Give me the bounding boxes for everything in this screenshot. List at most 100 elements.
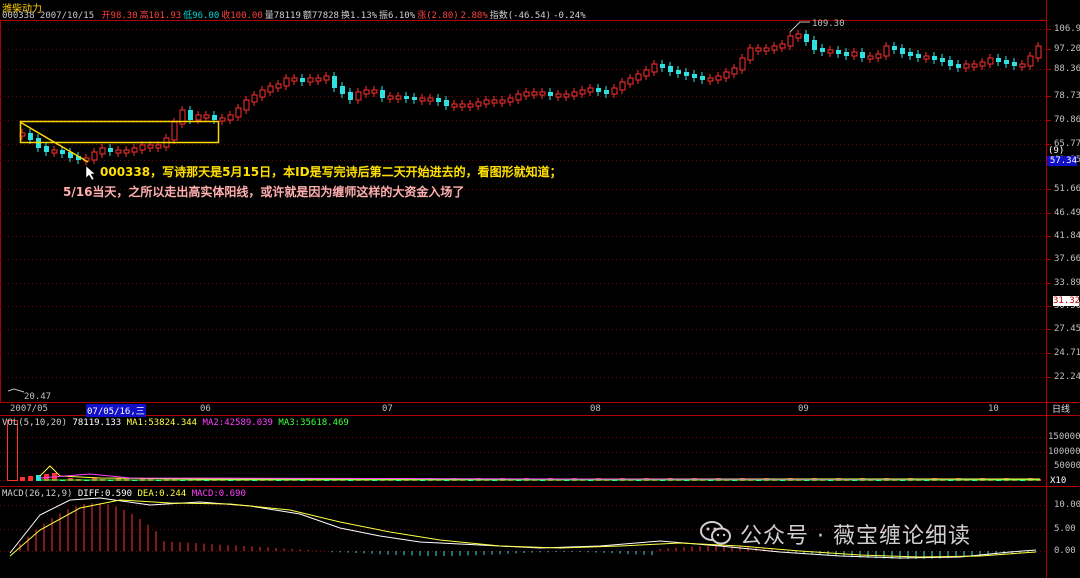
candle-76: [627, 77, 634, 85]
candle-100: [820, 48, 825, 52]
candle-84: [692, 74, 697, 78]
candle-19: [171, 121, 178, 141]
candle-15: [139, 144, 146, 151]
candle-113: [923, 55, 930, 60]
candle-59: [491, 99, 498, 104]
candle-60: [499, 99, 506, 104]
candle-125: [1019, 63, 1026, 68]
candle-86: [707, 77, 714, 82]
candle-94: [771, 45, 778, 51]
volume-header: VOL(5,10,20) 78119.133 MA1:53824.344 MA2…: [2, 417, 349, 429]
vol-value: 78119.133: [72, 418, 122, 428]
candle-75: [619, 81, 626, 91]
candle-63: [523, 91, 530, 97]
annotation-line-1: 000338，写诗那天是5月15日，本ID是写完诗后第二天开始进去的，看图形就知…: [100, 165, 562, 179]
candle-44: [371, 89, 378, 94]
month-10: 10: [988, 404, 999, 414]
candle-33: [283, 77, 290, 87]
high-marker: 109.30: [812, 19, 845, 29]
candle-40: [340, 86, 345, 94]
candle-39: [332, 76, 337, 88]
candle-57: [475, 101, 482, 107]
candle-114: [932, 56, 937, 60]
candle-101: [827, 49, 834, 54]
selected-date: 07/05/16,三: [86, 404, 146, 417]
candle-38: [323, 75, 330, 81]
candle-104: [851, 51, 858, 57]
candle-64: [531, 91, 538, 96]
price-badge: 57.34: [1047, 156, 1077, 166]
current-price-badge: 31.32: [1053, 296, 1080, 306]
watermark-text: 公众号 · 薇宝缠论细读: [740, 524, 971, 549]
candle-115: [940, 58, 945, 62]
price-tick-3: 78.73: [1054, 91, 1080, 101]
candle-21: [188, 110, 193, 120]
candle-110: [900, 48, 905, 54]
candle-48: [404, 96, 409, 99]
candle-16: [147, 144, 154, 149]
candle-93: [763, 47, 770, 52]
candle-14: [131, 147, 138, 153]
candle-70: [579, 89, 586, 95]
candle-5: [60, 150, 65, 154]
candle-37: [315, 77, 322, 82]
candle-77: [635, 73, 642, 81]
candle-74: [611, 87, 618, 95]
candle-35: [300, 78, 305, 82]
candle-121: [987, 57, 994, 65]
candle-105: [860, 52, 865, 58]
vol-axis-2: 100000: [1048, 447, 1080, 457]
price-tick-7: 51.66: [1054, 184, 1080, 194]
candle-27: [235, 107, 242, 118]
candle-43: [363, 89, 370, 95]
time-axis-start: 2007/05: [10, 404, 48, 414]
month-06: 06: [200, 404, 211, 414]
candle-69: [571, 91, 578, 97]
candle-31: [267, 85, 274, 93]
candle-127: [1035, 45, 1042, 59]
price-tick-8: 46.49: [1054, 208, 1080, 218]
candle-11: [108, 148, 113, 152]
candle-45: [380, 90, 385, 98]
candle-22: [195, 114, 202, 121]
candle-72: [596, 88, 601, 92]
price-tick-10: 37.66: [1054, 254, 1080, 264]
candle-55: [459, 103, 466, 108]
low-marker: 20.47: [24, 392, 52, 402]
candle-66: [548, 92, 553, 96]
vol-ma2: MA2:42589.039: [202, 418, 273, 428]
candle-107: [875, 53, 882, 59]
month-08: 08: [590, 404, 601, 414]
candle-126: [1027, 55, 1034, 67]
candle-3: [44, 146, 49, 152]
candle-26: [227, 114, 234, 121]
candle-49: [412, 97, 417, 100]
macd-value: MACD:0.690: [191, 489, 246, 499]
period-label[interactable]: 日线: [1052, 404, 1070, 416]
candle-42: [355, 91, 362, 101]
candle-124: [1012, 62, 1017, 66]
candle-68: [563, 93, 570, 98]
macd-title: MACD(26,12,9): [2, 489, 73, 499]
candle-78: [643, 69, 650, 77]
candle-99: [812, 40, 817, 50]
candle-58: [483, 99, 490, 105]
candle-28: [243, 99, 250, 111]
macd-diff: DIFF:0.590: [77, 489, 133, 499]
candle-47: [395, 95, 402, 100]
vol-bar-20: [20, 477, 25, 481]
candle-118: [963, 63, 970, 69]
candle-82: [676, 70, 681, 74]
vol-title: VOL(5,10,20): [2, 418, 68, 428]
candle-62: [515, 93, 522, 101]
price-tick-14: 24.71: [1054, 348, 1080, 358]
month-07: 07: [382, 404, 393, 414]
candle-85: [700, 76, 705, 80]
candle-23: [203, 114, 210, 119]
candle-88: [723, 71, 730, 79]
price-tick-2: 88.36: [1054, 64, 1080, 74]
candle-41: [348, 92, 353, 100]
candle-56: [467, 103, 474, 108]
candle-90: [739, 57, 746, 71]
annotation-line-2: 5/16当天，之所以走出高实体阳线，或许就是因为缠师这样的大资金入场了: [63, 185, 465, 199]
